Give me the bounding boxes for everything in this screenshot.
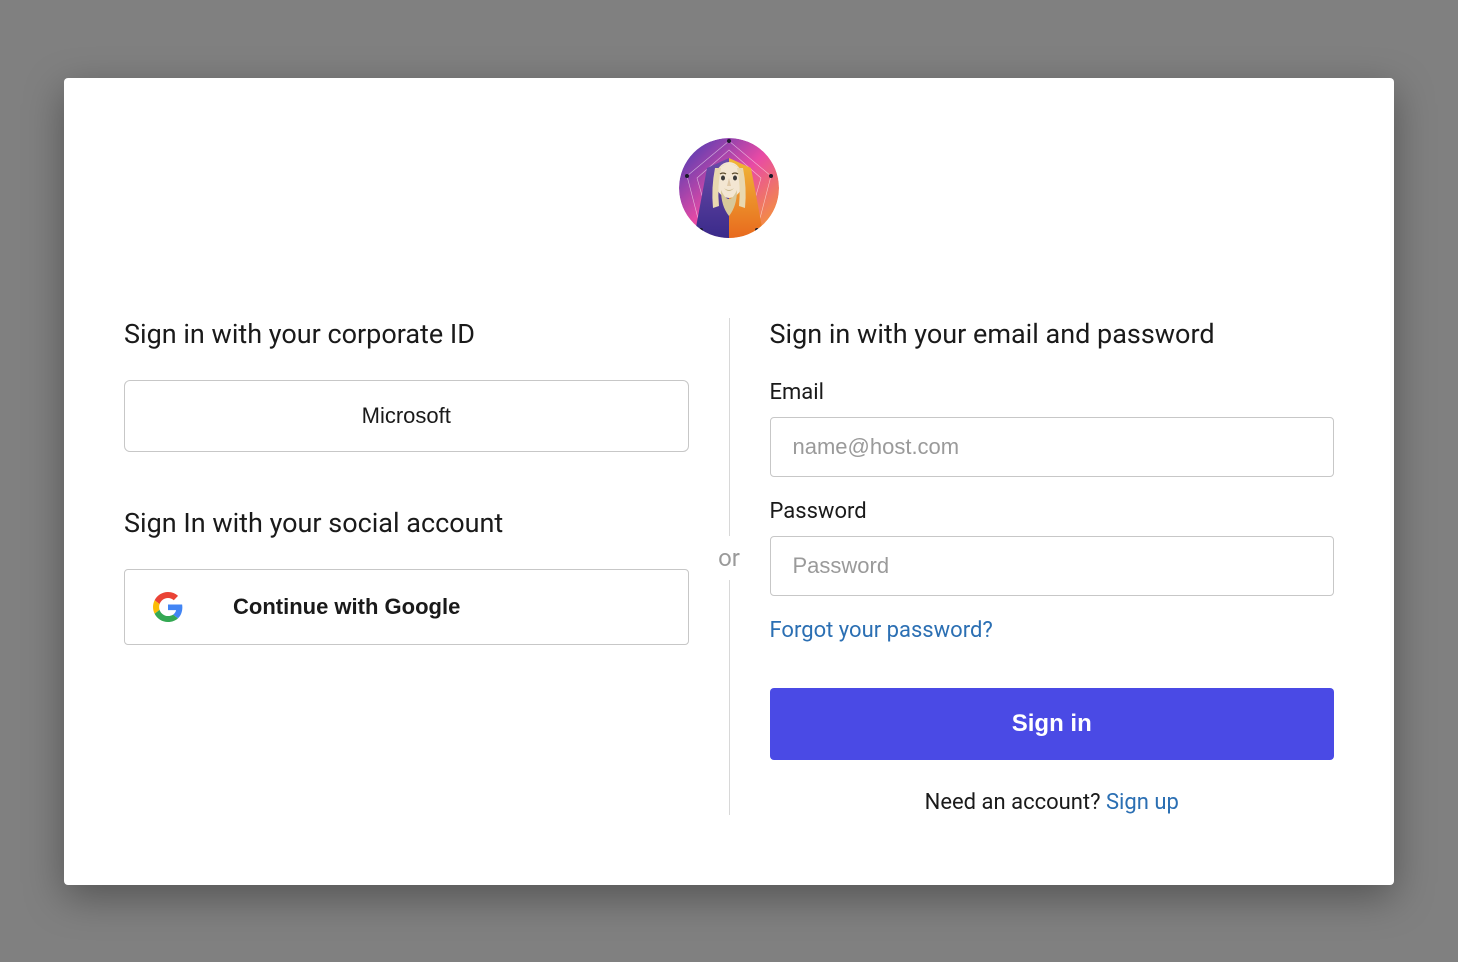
signup-prefix: Need an account? (925, 790, 1106, 815)
social-signin-heading: Sign In with your social account (124, 507, 689, 539)
right-column: Sign in with your email and password Ema… (730, 318, 1335, 815)
signup-prompt: Need an account? Sign up (770, 790, 1335, 815)
email-input[interactable] (770, 417, 1335, 477)
content-columns: Sign in with your corporate ID Microsoft… (124, 318, 1334, 815)
app-logo (679, 138, 779, 238)
or-divider-text: or (718, 536, 740, 580)
email-label: Email (770, 380, 1335, 405)
logo-icon (679, 138, 779, 238)
password-input[interactable] (770, 536, 1335, 596)
corporate-signin-heading: Sign in with your corporate ID (124, 318, 689, 350)
signin-card: Sign in with your corporate ID Microsoft… (64, 78, 1394, 885)
google-label: Continue with Google (233, 594, 460, 620)
signup-link[interactable]: Sign up (1106, 790, 1179, 815)
left-column: Sign in with your corporate ID Microsoft… (124, 318, 729, 815)
column-divider: or (729, 318, 730, 815)
google-icon (153, 592, 183, 622)
logo-container (124, 138, 1334, 238)
google-signin-button[interactable]: Continue with Google (124, 569, 689, 645)
forgot-password-link[interactable]: Forgot your password? (770, 618, 993, 643)
email-signin-heading: Sign in with your email and password (770, 318, 1335, 350)
signin-button[interactable]: Sign in (770, 688, 1335, 760)
password-label: Password (770, 499, 1335, 524)
microsoft-label: Microsoft (362, 403, 451, 429)
microsoft-signin-button[interactable]: Microsoft (124, 380, 689, 452)
